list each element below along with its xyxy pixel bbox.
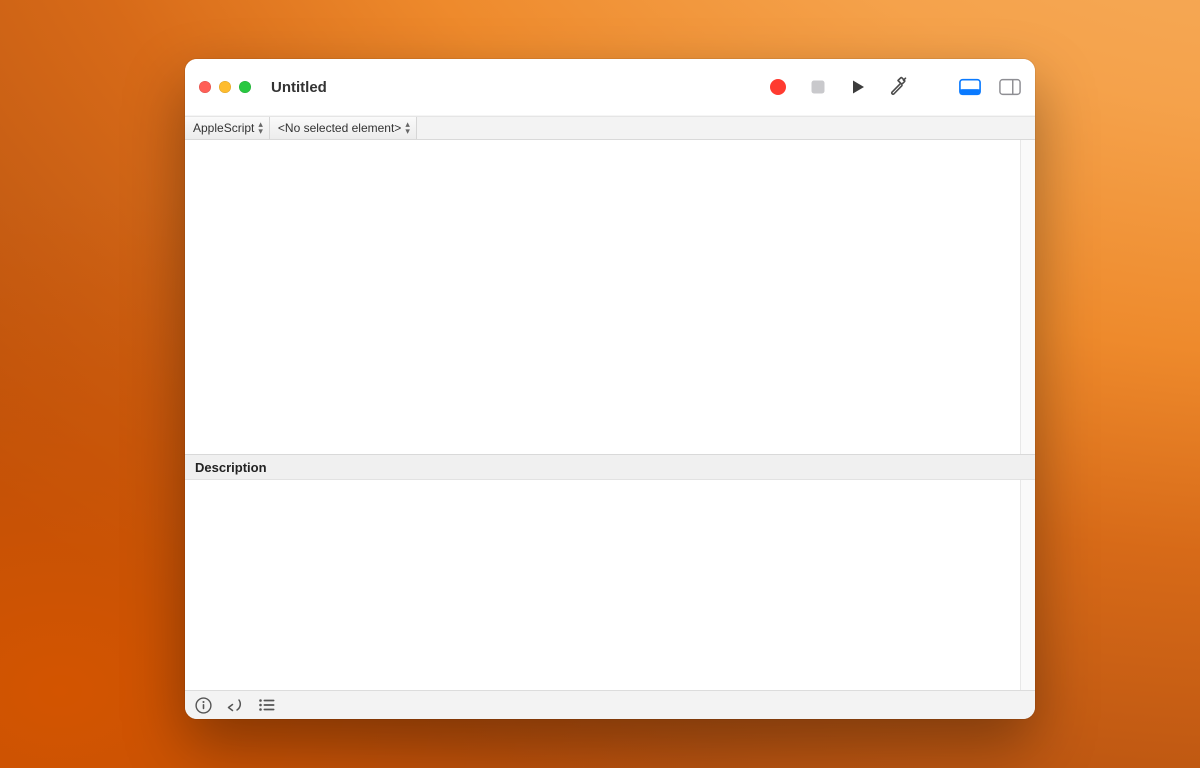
element-picker-label: <No selected element> xyxy=(278,121,401,135)
navigation-bar: AppleScript ▴▾ <No selected element> ▴▾ xyxy=(185,116,1035,140)
toggle-side-panel-button[interactable] xyxy=(999,76,1021,98)
chevron-updown-icon: ▴▾ xyxy=(405,121,410,135)
vertical-scrollbar[interactable] xyxy=(1020,480,1035,690)
accessibility-inspector-button[interactable] xyxy=(193,695,213,715)
language-picker-label: AppleScript xyxy=(193,121,254,135)
window-title: Untitled xyxy=(271,79,327,96)
editor-area xyxy=(185,140,1035,455)
list-icon xyxy=(258,698,276,712)
language-picker[interactable]: AppleScript ▴▾ xyxy=(185,117,270,139)
compile-button[interactable] xyxy=(887,76,909,98)
script-editor-window: Untitled xyxy=(185,59,1035,719)
record-button[interactable] xyxy=(767,76,789,98)
info-circle-icon xyxy=(195,697,212,714)
zoom-window-button[interactable] xyxy=(239,81,251,93)
show-events-button[interactable] xyxy=(257,695,277,715)
show-replies-button[interactable] xyxy=(225,695,245,715)
close-window-button[interactable] xyxy=(199,81,211,93)
record-icon xyxy=(769,78,787,96)
run-button[interactable] xyxy=(847,76,869,98)
description-header-label: Description xyxy=(195,460,267,475)
stop-button[interactable] xyxy=(807,76,829,98)
stop-icon xyxy=(810,79,826,95)
script-editor-textarea[interactable] xyxy=(185,140,1020,454)
vertical-scrollbar[interactable] xyxy=(1020,140,1035,454)
toolbar xyxy=(767,76,1021,98)
description-text-area[interactable] xyxy=(185,480,1020,690)
description-pane xyxy=(185,480,1035,690)
show-log-button[interactable] xyxy=(959,76,981,98)
chevron-updown-icon: ▴▾ xyxy=(258,121,263,135)
reply-arrow-icon xyxy=(226,697,244,713)
play-icon xyxy=(849,78,867,96)
hammer-icon xyxy=(887,76,909,98)
element-picker[interactable]: <No selected element> ▴▾ xyxy=(270,117,417,139)
status-bar xyxy=(185,690,1035,719)
log-pane-icon xyxy=(959,78,981,96)
titlebar: Untitled xyxy=(185,59,1035,116)
window-controls xyxy=(199,81,251,93)
description-header: Description xyxy=(185,455,1035,480)
side-panel-icon xyxy=(999,78,1021,96)
minimize-window-button[interactable] xyxy=(219,81,231,93)
